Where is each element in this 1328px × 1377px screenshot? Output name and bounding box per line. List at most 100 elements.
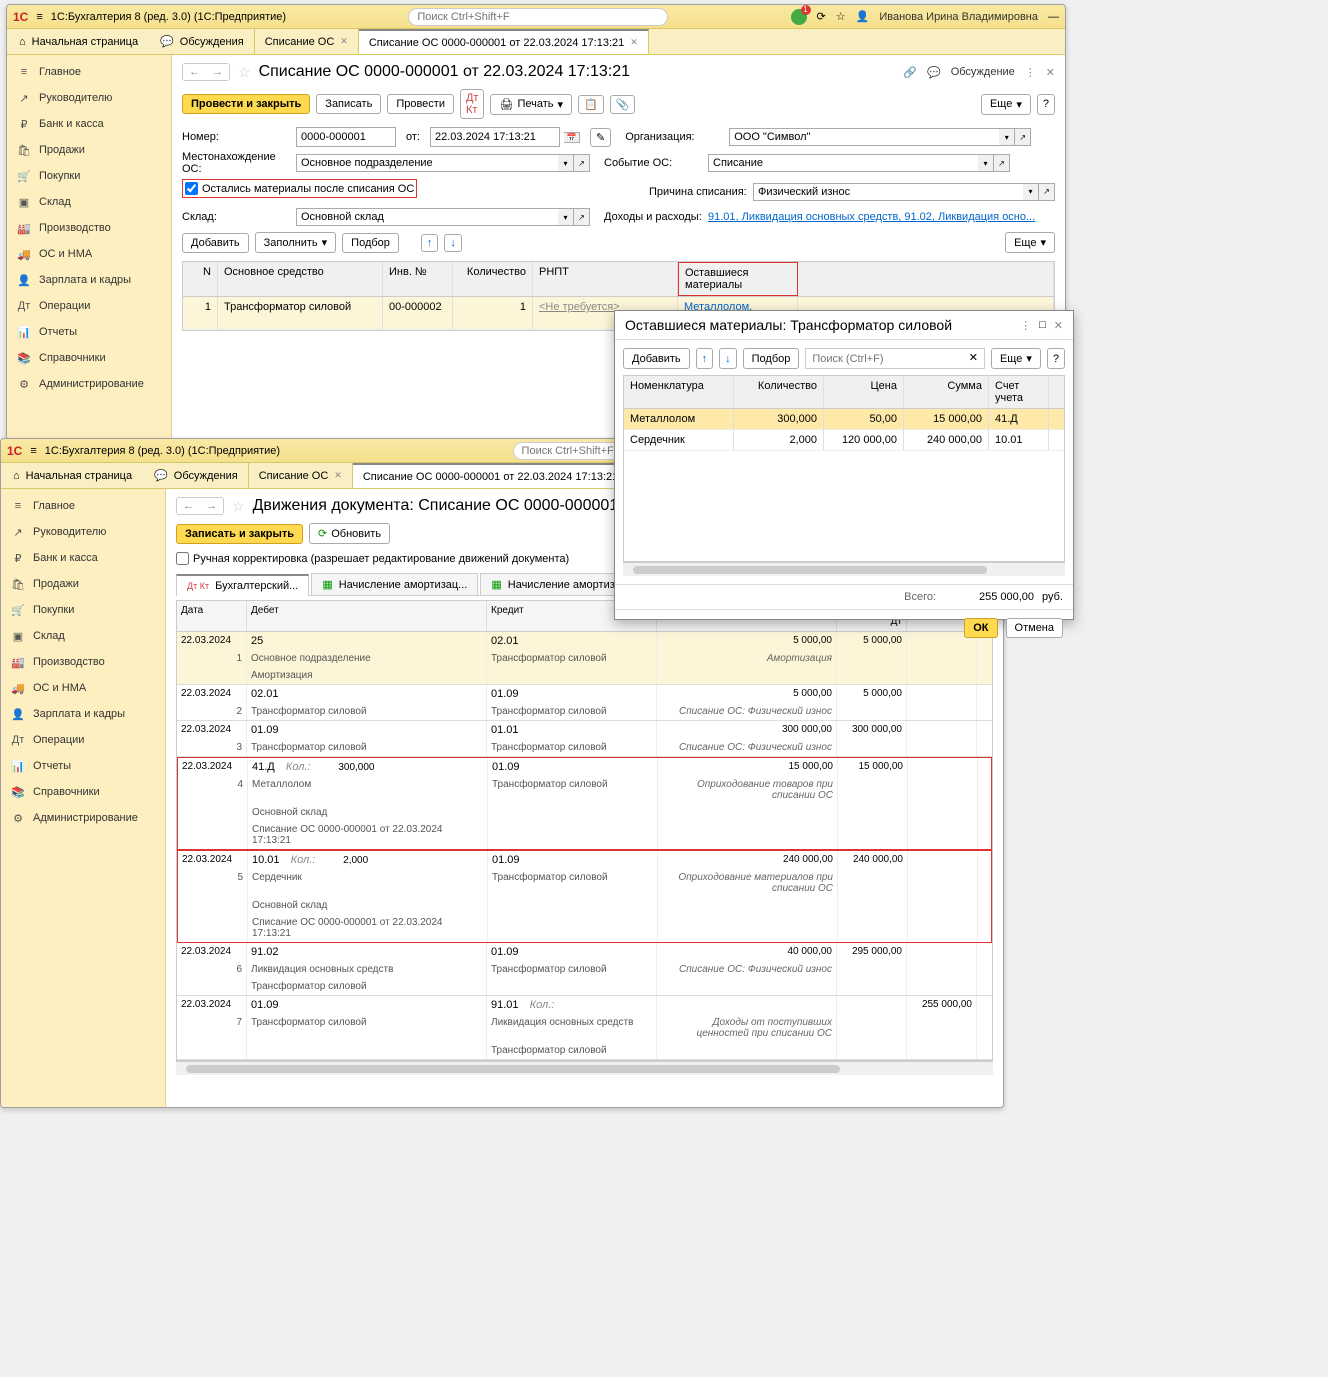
tab-discussions[interactable]: 💬Обсуждения bbox=[144, 463, 249, 488]
start-page-tab[interactable]: ⌂Начальная страница bbox=[1, 470, 144, 482]
sidebar-item[interactable]: ₽Банк и касса bbox=[1, 545, 165, 571]
sidebar-item[interactable]: ≡Главное bbox=[7, 59, 171, 85]
close-icon[interactable]: ✕ bbox=[334, 470, 342, 481]
open-icon[interactable]: ↗ bbox=[574, 208, 590, 226]
more-button[interactable]: Еще ▾ bbox=[1005, 232, 1055, 253]
horizontal-scrollbar[interactable] bbox=[623, 562, 1065, 576]
horizontal-scrollbar[interactable] bbox=[176, 1061, 993, 1075]
open-icon[interactable]: ↗ bbox=[574, 154, 590, 172]
cancel-button[interactable]: Отмена bbox=[1006, 618, 1063, 638]
event-field[interactable] bbox=[708, 154, 978, 172]
sidebar-item[interactable]: ⚙Администрирование bbox=[1, 805, 165, 831]
movement-entry[interactable]: 22.03.2024 01.09 01.01 300 000,00 300 00… bbox=[177, 721, 992, 757]
star-icon[interactable]: ☆ bbox=[836, 10, 846, 23]
calendar-icon[interactable]: 📅 bbox=[564, 132, 580, 143]
more-button[interactable]: Еще ▾ bbox=[991, 348, 1041, 369]
tab-disposal-doc[interactable]: Списание ОС 0000-000001 от 22.03.2024 17… bbox=[353, 463, 643, 488]
user-name[interactable]: Иванова Ирина Владимировна bbox=[879, 11, 1038, 23]
post-close-button[interactable]: Провести и закрыть bbox=[182, 94, 310, 114]
sidebar-item[interactable]: 📚Справочники bbox=[1, 779, 165, 805]
back-button[interactable]: ← bbox=[177, 498, 200, 514]
movement-entry[interactable]: 22.03.2024 41.Д Кол.: 300,000 01.09 15 0… bbox=[177, 757, 992, 850]
maximize-icon[interactable]: □ bbox=[1039, 319, 1046, 331]
global-search[interactable] bbox=[408, 8, 668, 26]
tab-discussions[interactable]: 💬Обсуждения bbox=[150, 29, 255, 54]
hamburger-icon[interactable]: ≡ bbox=[30, 445, 36, 457]
movement-entry[interactable]: 22.03.2024 91.02 01.09 40 000,00 295 000… bbox=[177, 943, 992, 996]
sidebar-item[interactable]: 📊Отчеты bbox=[1, 753, 165, 779]
tab-disposal[interactable]: Списание ОС✕ bbox=[249, 463, 353, 488]
hamburger-icon[interactable]: ≡ bbox=[36, 11, 42, 23]
dt-kt-button[interactable]: ДтКт bbox=[460, 89, 485, 119]
sidebar-item[interactable]: 🛍Продажи bbox=[7, 137, 171, 163]
more-button[interactable]: Еще ▾ bbox=[981, 94, 1031, 115]
manual-edit-checkbox[interactable] bbox=[176, 552, 189, 565]
sidebar-item[interactable]: 👤Зарплата и кадры bbox=[7, 267, 171, 293]
close-icon[interactable]: ✕ bbox=[340, 36, 348, 47]
move-down-button[interactable]: ↓ bbox=[719, 348, 737, 369]
favorite-icon[interactable]: ☆ bbox=[232, 498, 245, 515]
sidebar-item[interactable]: 🏭Производство bbox=[7, 215, 171, 241]
number-field[interactable] bbox=[296, 127, 396, 147]
more-icon[interactable]: ⋮ bbox=[1025, 66, 1036, 79]
sidebar-item[interactable]: 🏭Производство bbox=[1, 649, 165, 675]
open-icon[interactable]: ↗ bbox=[1015, 128, 1031, 146]
close-document[interactable]: ✕ bbox=[1046, 66, 1055, 79]
location-field[interactable] bbox=[296, 154, 558, 172]
dropdown-icon[interactable]: ▾ bbox=[999, 128, 1015, 146]
table-row[interactable]: Сердечник 2,000 120 000,00 240 000,00 10… bbox=[624, 430, 1064, 451]
org-field[interactable] bbox=[729, 128, 999, 146]
sidebar-item[interactable]: 🛒Покупки bbox=[7, 163, 171, 189]
sidebar-item[interactable]: 👤Зарплата и кадры bbox=[1, 701, 165, 727]
save-close-button[interactable]: Записать и закрыть bbox=[176, 524, 303, 544]
dropdown-icon[interactable]: ▾ bbox=[978, 154, 994, 172]
sidebar-item[interactable]: ≡Главное bbox=[1, 493, 165, 519]
print-button[interactable]: 🖨 Печать ▾ bbox=[490, 94, 572, 115]
sidebar-item[interactable]: 🚚ОС и НМА bbox=[7, 241, 171, 267]
tab-disposal[interactable]: Списание ОС✕ bbox=[255, 29, 359, 54]
minimize-button[interactable]: — bbox=[1048, 11, 1059, 23]
income-link[interactable]: 91.01, Ликвидация основных средств, 91.0… bbox=[708, 211, 1035, 223]
post-button[interactable]: Провести bbox=[387, 94, 454, 114]
materials-checkbox[interactable] bbox=[185, 182, 198, 195]
warehouse-field[interactable] bbox=[296, 208, 558, 226]
refresh-button[interactable]: ⟳ Обновить bbox=[309, 523, 390, 544]
reason-field[interactable] bbox=[753, 183, 1023, 201]
discuss-link[interactable]: Обсуждение bbox=[951, 66, 1015, 78]
user-icon[interactable]: 👤 bbox=[856, 10, 870, 23]
movement-entry[interactable]: 22.03.2024 10.01 Кол.: 2,000 01.09 240 0… bbox=[177, 850, 992, 943]
materials-checkbox-row[interactable]: Остались материалы после списания ОС bbox=[182, 179, 417, 198]
save-button[interactable]: Записать bbox=[316, 94, 381, 114]
tab-amort1[interactable]: ▦Начисление амортизац... bbox=[311, 573, 478, 595]
fill-button[interactable]: Заполнить ▾ bbox=[255, 232, 337, 253]
close-icon[interactable]: ✕ bbox=[630, 37, 638, 48]
close-popup[interactable]: ✕ bbox=[1054, 319, 1063, 332]
dropdown-icon[interactable]: ▾ bbox=[558, 154, 574, 172]
movement-entry[interactable]: 22.03.2024 02.01 01.09 5 000,00 5 000,00… bbox=[177, 685, 992, 721]
start-page-tab[interactable]: ⌂Начальная страница bbox=[7, 36, 150, 48]
open-icon[interactable]: ↗ bbox=[1039, 183, 1055, 201]
sidebar-item[interactable]: ↗Руководителю bbox=[7, 85, 171, 111]
attach-button[interactable]: 📎 bbox=[610, 95, 636, 114]
sidebar-item[interactable]: 🛍Продажи bbox=[1, 571, 165, 597]
forward-button[interactable]: → bbox=[200, 498, 223, 514]
ok-button[interactable]: ОК bbox=[964, 618, 997, 638]
dropdown-icon[interactable]: ▾ bbox=[558, 208, 574, 226]
dropdown-icon[interactable]: ▾ bbox=[1023, 183, 1039, 201]
sidebar-item[interactable]: ДтОперации bbox=[7, 293, 171, 319]
sidebar-item[interactable]: ₽Банк и касса bbox=[7, 111, 171, 137]
select-button[interactable]: Подбор bbox=[743, 348, 800, 369]
open-icon[interactable]: ↗ bbox=[994, 154, 1010, 172]
movement-entry[interactable]: 22.03.2024 01.09 91.01 Кол.: 255 000,00 … bbox=[177, 996, 992, 1060]
tab-accounting[interactable]: Дт КтБухгалтерский... bbox=[176, 574, 309, 596]
more-icon[interactable]: ⋮ bbox=[1020, 319, 1031, 332]
move-down-button[interactable]: ↓ bbox=[444, 234, 462, 252]
popup-search[interactable] bbox=[812, 351, 968, 366]
sidebar-item[interactable]: ⚙Администрирование bbox=[7, 371, 171, 397]
sidebar-item[interactable]: ДтОперации bbox=[1, 727, 165, 753]
add-button[interactable]: Добавить bbox=[623, 348, 690, 369]
notifications-icon[interactable]: 1 bbox=[791, 9, 807, 25]
help-button[interactable]: ? bbox=[1037, 94, 1055, 115]
sidebar-item[interactable]: ▣Склад bbox=[1, 623, 165, 649]
tab-disposal-doc[interactable]: Списание ОС 0000-000001 от 22.03.2024 17… bbox=[359, 29, 649, 54]
